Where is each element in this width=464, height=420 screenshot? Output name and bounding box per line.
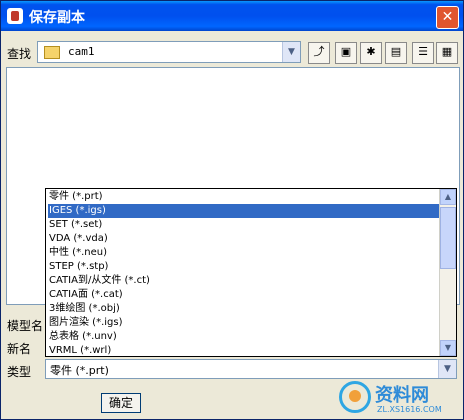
save-copy-dialog: 保存副本 ✕ 查找 cam1 ▼ ⤴ ▣ ✱ ▤ ☰ ▦ 模型名 新名 类型 零…: [0, 0, 464, 420]
close-button[interactable]: ✕: [436, 6, 459, 29]
folder-icon: [44, 46, 60, 59]
watermark-url: ZL.XS1616.COM: [377, 405, 442, 414]
model-name-label: 模型名: [7, 319, 44, 333]
details-view-icon: ▦: [441, 45, 453, 58]
list-item[interactable]: VRML (*.wrl): [48, 344, 439, 356]
list-item[interactable]: 图片渲染 (*.igs): [48, 316, 439, 330]
chevron-down-icon[interactable]: ▼: [282, 42, 300, 62]
type-dropdown[interactable]: 零件 (*.prt) ▼: [45, 359, 457, 379]
recent-folder-icon: ▤: [390, 45, 402, 58]
chevron-down-icon[interactable]: ▼: [438, 360, 456, 378]
look-in-label: 查找: [7, 47, 32, 61]
type-value: 零件 (*.prt): [50, 364, 109, 377]
up-folder-icon: ⤴: [313, 45, 325, 58]
list-item[interactable]: 3维绘图 (*.obj): [48, 302, 439, 316]
watermark-brand: 资料网: [375, 385, 429, 406]
list-item[interactable]: 中性 (*.neu): [48, 246, 439, 260]
up-folder-button[interactable]: ⤴: [308, 42, 330, 64]
scrollbar[interactable]: ▲ ▼: [439, 189, 456, 356]
list-view-button[interactable]: ☰: [412, 42, 434, 64]
details-view-button[interactable]: ▦: [436, 42, 458, 64]
ok-button[interactable]: 确定: [101, 393, 141, 413]
recent-folder-button[interactable]: ▤: [385, 42, 407, 64]
working-dir-button[interactable]: ▣: [335, 42, 357, 64]
new-folder-icon: ✱: [366, 45, 376, 58]
list-item[interactable]: VDA (*.vda): [48, 232, 439, 246]
brand-logo-icon: [339, 381, 371, 413]
look-in-value: cam1: [68, 45, 95, 58]
scroll-down-icon[interactable]: ▼: [440, 340, 456, 356]
look-in-dropdown[interactable]: cam1 ▼: [37, 41, 301, 63]
window-title: 保存副本: [29, 10, 85, 26]
scroll-thumb[interactable]: [440, 207, 456, 269]
type-label: 类型: [7, 365, 32, 379]
title-bar[interactable]: 保存副本 ✕: [1, 1, 463, 31]
list-item[interactable]: CATIA面 (*.cat): [48, 288, 439, 302]
watermark: 资料网 ZL.XS1616.COM: [337, 379, 463, 419]
list-item[interactable]: 总表格 (*.unv): [48, 330, 439, 344]
list-item[interactable]: CATIA到/从文件 (*.ct): [48, 274, 439, 288]
new-folder-button[interactable]: ✱: [360, 42, 382, 64]
working-dir-icon: ▣: [340, 45, 352, 58]
list-item[interactable]: IGES (*.igs): [48, 204, 439, 218]
new-name-label: 新名: [7, 342, 32, 356]
list-item[interactable]: 零件 (*.prt): [48, 190, 439, 204]
list-item[interactable]: SET (*.set): [48, 218, 439, 232]
scroll-up-icon[interactable]: ▲: [440, 189, 456, 205]
list-view-icon: ☰: [418, 45, 428, 58]
type-options-list[interactable]: 零件 (*.prt) IGES (*.igs) SET (*.set) VDA …: [45, 188, 457, 357]
close-icon: ✕: [441, 9, 454, 25]
list-item[interactable]: STEP (*.stp): [48, 260, 439, 274]
app-icon: [7, 8, 23, 24]
